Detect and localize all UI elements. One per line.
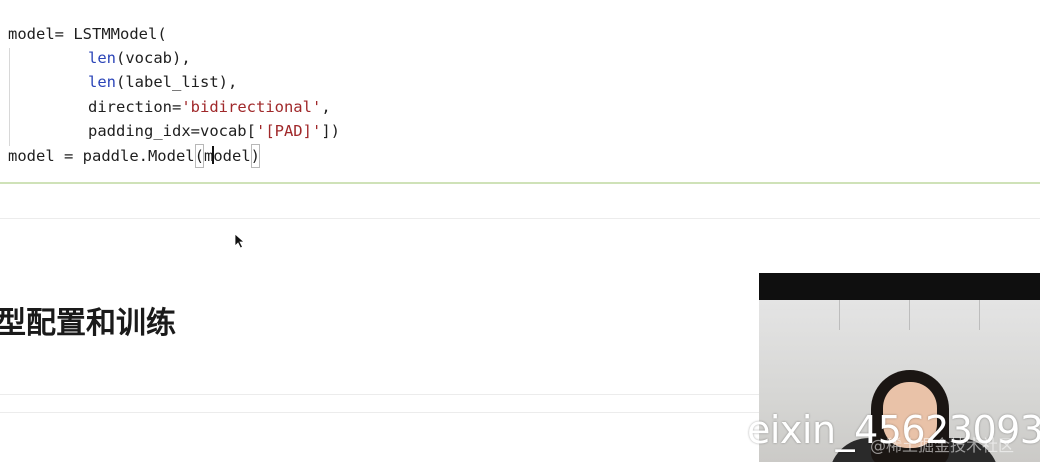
indent-guide [9,48,10,146]
string-literal: 'bidirectional' [181,98,322,116]
code-line-1: model= LSTMModel( [8,22,167,46]
code-token: padding_idx=vocab[ [88,122,256,140]
code-token: LSTMModel( [73,25,167,43]
code-token: (vocab), [116,49,191,67]
watermark-subtext: @稀土掘金技术社区 [870,436,1015,455]
mouse-pointer-icon [234,233,246,254]
string-literal: '[PAD]' [255,122,322,140]
code-line-2: len(vocab), [88,46,191,70]
ceiling-line [839,300,840,330]
ceiling-line [909,300,910,330]
code-line-6: model = paddle.Model(model) [8,144,260,168]
code-token: odel [213,147,251,165]
code-token: direction= [88,98,182,116]
code-token: = [54,25,74,43]
bracket-match-close: ) [250,144,260,168]
cell-separator [0,182,1040,184]
bracket-match-open: ( [194,144,204,168]
builtin-len: len [88,73,116,91]
code-line-5: padding_idx=vocab['[PAD]']) [88,119,340,143]
ceiling-line [979,300,980,330]
code-token: ]) [321,122,340,140]
code-token: , [321,98,331,116]
code-token: (label_list), [116,73,238,91]
code-token: model [8,25,55,43]
divider [0,218,1040,219]
builtin-len: len [88,49,116,67]
markdown-heading[interactable]: 型配置和训练 [0,302,176,346]
code-token: model = paddle.Model [8,147,195,165]
code-cell[interactable]: model= LSTMModel( len(vocab), len(label_… [0,0,1040,172]
code-line-3: len(label_list), [88,70,237,94]
code-line-4: direction='bidirectional', [88,95,331,119]
